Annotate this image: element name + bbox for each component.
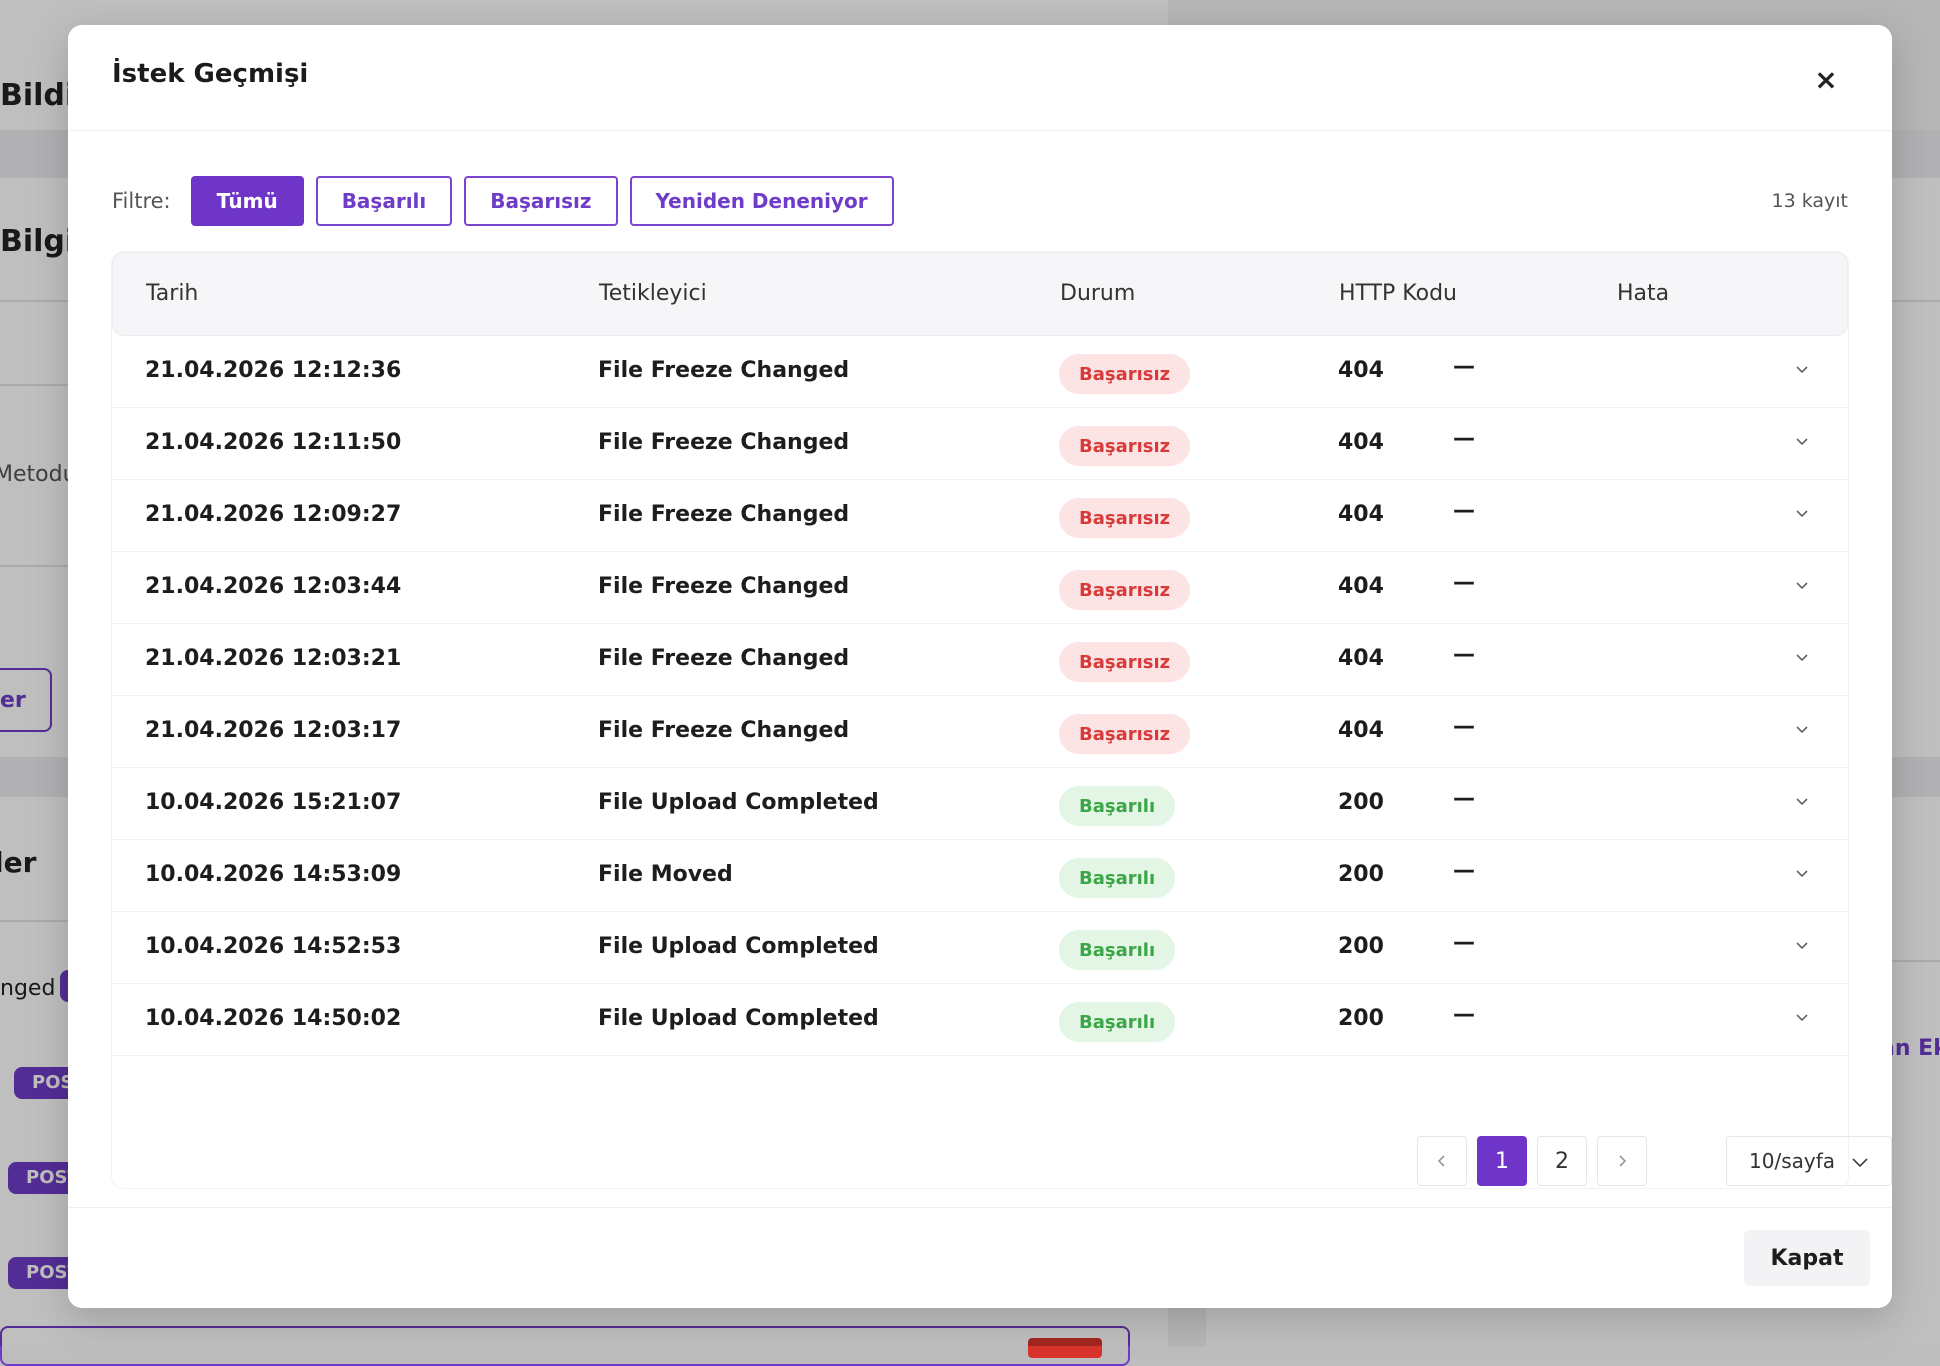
pagination: 1 2 [1417,1136,1657,1186]
filter-success-button[interactable]: Başarılı [315,176,453,226]
cell-http-code: 200 [1338,790,1384,815]
table-row[interactable]: 10.04.2026 15:21:07 File Upload Completed… [112,768,1848,840]
cell-http-code: 200 [1338,934,1384,959]
table-row[interactable]: 21.04.2026 12:03:17 File Freeze Changed Ba… [112,696,1848,768]
status-badge: Başarılı [1059,858,1176,898]
table-row[interactable]: 10.04.2026 14:52:53 File Upload Completed… [112,912,1848,984]
expand-row-chevron-icon[interactable] [1792,504,1812,524]
page-button-2[interactable]: 2 [1537,1136,1587,1186]
cell-error: — [1453,858,1475,883]
cell-error: — [1453,786,1475,811]
table-row[interactable]: 21.04.2026 12:03:44 File Freeze Changed Ba… [112,552,1848,624]
filter-all-button[interactable]: Tümü [190,176,304,226]
expand-row-chevron-icon[interactable] [1792,936,1812,956]
table-row[interactable]: 21.04.2026 12:11:50 File Freeze Changed Ba… [112,408,1848,480]
expand-row-chevron-icon[interactable] [1792,720,1812,740]
expand-row-chevron-icon[interactable] [1792,360,1812,380]
modal-footer: Kapat [68,1207,1892,1308]
expand-row-chevron-icon[interactable] [1792,864,1812,884]
status-badge: Başarılı [1059,1002,1176,1042]
column-header-http-code: HTTP Kodu [1339,281,1457,306]
cell-http-code: 404 [1338,430,1384,455]
close-icon[interactable]: × [1808,61,1844,97]
column-header-error: Hata [1617,281,1670,306]
cell-error: — [1453,570,1475,595]
cell-http-code: 404 [1338,358,1384,383]
cell-http-code: 404 [1338,718,1384,743]
table-row[interactable]: 21.04.2026 12:03:21 File Freeze Changed Ba… [112,624,1848,696]
status-badge: Başarılı [1059,786,1176,826]
chevron-left-icon[interactable] [1417,1136,1467,1186]
expand-row-chevron-icon[interactable] [1792,576,1812,596]
cell-date: 10.04.2026 14:52:53 [145,934,402,959]
cell-trigger: File Upload Completed [598,790,879,815]
cell-error: — [1453,714,1475,739]
record-count: 13 kayıt [1771,190,1848,212]
cell-http-code: 404 [1338,646,1384,671]
cell-date: 21.04.2026 12:03:21 [145,646,402,671]
column-header-status: Durum [1060,281,1136,306]
cell-http-code: 200 [1338,1006,1384,1031]
cell-error: — [1453,354,1475,379]
page-button-1[interactable]: 1 [1477,1136,1527,1186]
table-row[interactable]: 21.04.2026 12:09:27 File Freeze Changed Ba… [112,480,1848,552]
cell-date: 10.04.2026 14:50:02 [145,1006,402,1031]
table-row[interactable]: 10.04.2026 14:53:09 File Moved Başarılı 200… [112,840,1848,912]
chevron-down-icon [1852,1158,1868,1168]
status-badge: Başarılı [1059,930,1176,970]
filter-retrying-button[interactable]: Yeniden Deneniyor [629,176,894,226]
cell-trigger: File Upload Completed [598,1006,879,1031]
cell-trigger: File Freeze Changed [598,574,850,599]
column-header-trigger: Tetikleyici [599,281,707,306]
table-row[interactable]: 10.04.2026 14:50:02 File Upload Completed… [112,984,1848,1056]
cell-http-code: 200 [1338,862,1384,887]
cell-trigger: File Freeze Changed [598,502,850,527]
cell-error: — [1453,1002,1475,1027]
chevron-right-icon[interactable] [1597,1136,1647,1186]
cell-trigger: File Freeze Changed [598,718,850,743]
cell-error: — [1453,642,1475,667]
column-header-date: Tarih [146,281,199,306]
table-header: Tarih Tetikleyici Durum HTTP Kodu Hata [112,252,1848,336]
cell-error: — [1453,930,1475,955]
modal-title: İstek Geçmişi [112,59,309,89]
cell-date: 21.04.2026 12:03:44 [145,574,402,599]
table-row[interactable]: 21.04.2026 12:12:36 File Freeze Changed Ba… [112,336,1848,408]
filter-failed-button[interactable]: Başarısız [464,176,618,226]
status-badge: Başarısız [1059,498,1191,538]
cell-http-code: 404 [1338,502,1384,527]
status-badge: Başarısız [1059,426,1191,466]
cell-trigger: File Moved [598,862,733,887]
modal-header: İstek Geçmişi × [68,25,1892,131]
status-badge: Başarısız [1059,354,1191,394]
cell-trigger: File Freeze Changed [598,358,850,383]
cell-date: 21.04.2026 12:09:27 [145,502,402,527]
expand-row-chevron-icon[interactable] [1792,432,1812,452]
cell-date: 21.04.2026 12:12:36 [145,358,402,383]
cell-error: — [1453,498,1475,523]
cell-date: 10.04.2026 14:53:09 [145,862,402,887]
status-badge: Başarısız [1059,714,1191,754]
cell-trigger: File Upload Completed [598,934,879,959]
cell-date: 10.04.2026 15:21:07 [145,790,402,815]
page-size-select[interactable]: 10/sayfa [1726,1136,1892,1186]
page-size-value: 10/sayfa [1749,1149,1835,1173]
close-button[interactable]: Kapat [1744,1230,1870,1286]
cell-error: — [1453,426,1475,451]
cell-date: 21.04.2026 12:03:17 [145,718,402,743]
status-badge: Başarısız [1059,642,1191,682]
filter-bar: Filtre: Tümü Başarılı Başarısız Yeniden … [112,175,1848,227]
expand-row-chevron-icon[interactable] [1792,648,1812,668]
status-badge: Başarısız [1059,570,1191,610]
expand-row-chevron-icon[interactable] [1792,792,1812,812]
cell-trigger: File Freeze Changed [598,430,850,455]
expand-row-chevron-icon[interactable] [1792,1008,1812,1028]
filter-label: Filtre: [112,189,171,213]
request-table: Tarih Tetikleyici Durum HTTP Kodu Hata 2… [112,252,1892,1188]
cell-date: 21.04.2026 12:11:50 [145,430,402,455]
cell-http-code: 404 [1338,574,1384,599]
cell-trigger: File Freeze Changed [598,646,850,671]
request-history-modal: İstek Geçmişi × Filtre: Tümü Başarılı Ba… [68,25,1892,1308]
